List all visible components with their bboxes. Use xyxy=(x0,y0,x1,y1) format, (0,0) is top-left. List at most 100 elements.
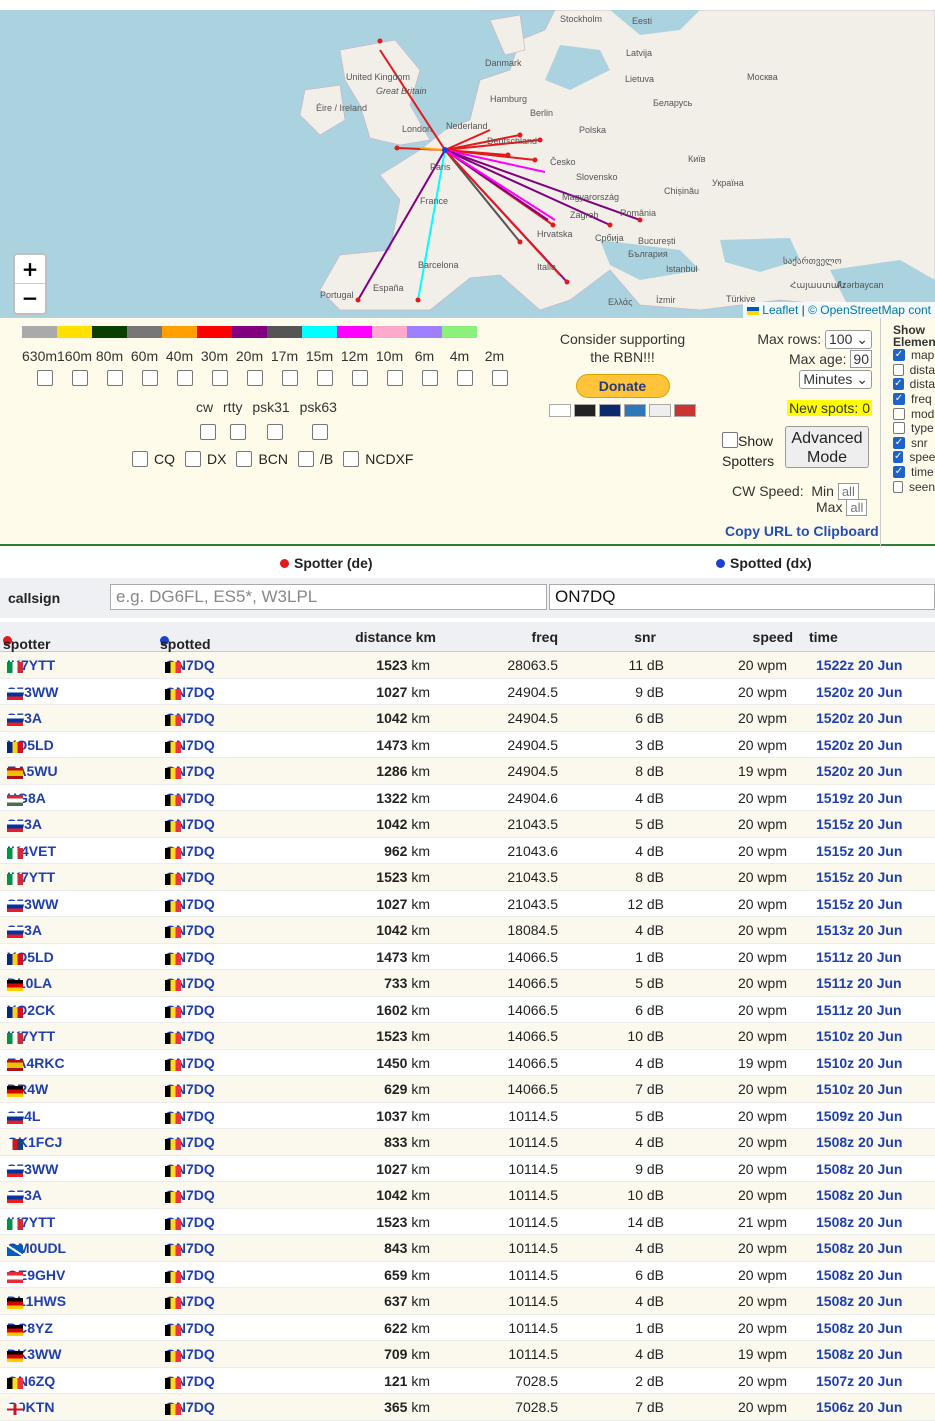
band-checkbox-2m[interactable] xyxy=(492,370,508,386)
col-spotter[interactable]: spotter xyxy=(3,636,50,652)
spotted-callsign[interactable]: ON7DQ xyxy=(165,1161,215,1177)
spotter-callsign[interactable]: OK1FCJ xyxy=(7,1134,62,1150)
time-link[interactable]: 1508z 20 Jun xyxy=(816,1320,902,1336)
filter-checkbox-ncdxf[interactable] xyxy=(343,451,360,467)
spotted-callsign[interactable]: ON7DQ xyxy=(165,1028,215,1044)
spotter-callsign[interactable]: YO5LD xyxy=(7,737,54,753)
time-link[interactable]: 1508z 20 Jun xyxy=(816,1187,902,1203)
copy-url-link[interactable]: Copy URL to Clipboard xyxy=(725,523,879,539)
spotted-callsign[interactable]: ON7DQ xyxy=(165,1187,215,1203)
spotted-callsign[interactable]: ON7DQ xyxy=(165,657,215,673)
spotter-callsign[interactable]: S53WW xyxy=(7,1161,58,1177)
spotted-callsign[interactable]: ON7DQ xyxy=(165,1346,215,1362)
show-element-checkbox[interactable]: ✓ xyxy=(893,451,904,464)
spotted-callsign[interactable]: ON7DQ xyxy=(165,1108,215,1124)
time-link[interactable]: 1506z 20 Jun xyxy=(816,1399,902,1415)
spotted-callsign[interactable]: ON7DQ xyxy=(165,763,215,779)
spotted-callsign[interactable]: ON7DQ xyxy=(165,1240,215,1256)
spotter-callsign[interactable]: IK7YTT xyxy=(7,657,55,673)
donate-button[interactable]: Donate xyxy=(575,374,670,398)
spotter-callsign[interactable]: S53A xyxy=(7,922,42,938)
spotted-callsign[interactable]: ON7DQ xyxy=(165,949,215,965)
show-element-checkbox[interactable]: ✓ xyxy=(893,378,904,391)
band-checkbox-630m[interactable] xyxy=(37,370,53,386)
osm-link[interactable]: © OpenStreetMap cont xyxy=(808,303,931,317)
time-link[interactable]: 1508z 20 Jun xyxy=(816,1214,902,1230)
time-link[interactable]: 1519z 20 Jun xyxy=(816,790,902,806)
spotted-callsign-input[interactable]: ON7DQ xyxy=(549,584,935,610)
time-link[interactable]: 1515z 20 Jun xyxy=(816,896,902,912)
advanced-mode-button[interactable]: Advanced Mode xyxy=(785,426,869,468)
show-element-checkbox[interactable]: ✓ xyxy=(893,393,905,406)
time-link[interactable]: 1508z 20 Jun xyxy=(816,1161,902,1177)
spotted-callsign[interactable]: ON7DQ xyxy=(165,710,215,726)
band-checkbox-12m[interactable] xyxy=(352,370,368,386)
filter-checkbox-cq[interactable] xyxy=(132,451,148,467)
filter-checkbox-bcn[interactable] xyxy=(236,451,253,467)
leaflet-link[interactable]: Leaflet xyxy=(762,303,798,317)
filter-checkbox-b[interactable] xyxy=(298,451,315,467)
spotter-callsign[interactable]: DC8YZ xyxy=(7,1320,53,1336)
spotter-callsign[interactable]: S53WW xyxy=(7,684,58,700)
spotted-callsign[interactable]: ON7DQ xyxy=(165,1373,215,1389)
spotter-callsign-input[interactable]: e.g. DG6FL, ES5*, W3LPL xyxy=(110,584,547,610)
time-link[interactable]: 1515z 20 Jun xyxy=(816,816,902,832)
time-link[interactable]: 1522z 20 Jun xyxy=(816,657,902,673)
spot-map[interactable]: Stockholm Eesti Latvija Danmark Lietuva … xyxy=(0,10,935,318)
band-checkbox-160m[interactable] xyxy=(72,370,88,386)
spotted-callsign[interactable]: ON7DQ xyxy=(165,975,215,991)
band-checkbox-20m[interactable] xyxy=(247,370,263,386)
spotter-callsign[interactable]: S54L xyxy=(7,1108,40,1124)
col-snr[interactable]: snr xyxy=(634,629,656,645)
spotted-callsign[interactable]: ON7DQ xyxy=(165,896,215,912)
time-link[interactable]: 1507z 20 Jun xyxy=(816,1373,902,1389)
spotter-callsign[interactable]: S53WW xyxy=(7,896,58,912)
time-link[interactable]: 1510z 20 Jun xyxy=(816,1081,902,1097)
band-checkbox-15m[interactable] xyxy=(317,370,333,386)
spotter-callsign[interactable]: YO5LD xyxy=(7,949,54,965)
spotter-callsign[interactable]: ON6ZQ xyxy=(7,1373,55,1389)
time-link[interactable]: 1520z 20 Jun xyxy=(816,737,902,753)
spotter-callsign[interactable]: YO2CK xyxy=(7,1002,55,1018)
show-element-checkbox[interactable] xyxy=(893,480,903,493)
spotted-callsign[interactable]: ON7DQ xyxy=(165,1081,215,1097)
time-link[interactable]: 1520z 20 Jun xyxy=(816,684,902,700)
filter-checkbox-dx[interactable] xyxy=(185,451,201,467)
spotted-callsign[interactable]: ON7DQ xyxy=(165,869,215,885)
spotted-callsign[interactable]: ON7DQ xyxy=(165,1002,215,1018)
col-distance[interactable]: distance km xyxy=(355,629,436,645)
mode-checkbox-rtty[interactable] xyxy=(230,424,246,440)
time-link[interactable]: 1520z 20 Jun xyxy=(816,763,902,779)
spotter-callsign[interactable]: DL0LA xyxy=(7,975,52,991)
time-link[interactable]: 1510z 20 Jun xyxy=(816,1028,902,1044)
max-rows-select[interactable]: 100 ⌄ xyxy=(825,330,872,349)
spotted-callsign[interactable]: ON7DQ xyxy=(165,1214,215,1230)
zoom-in-button[interactable]: + xyxy=(15,255,45,284)
show-element-checkbox[interactable]: ✓ xyxy=(893,349,905,362)
spotter-callsign[interactable]: EA4RKC xyxy=(7,1055,65,1071)
spotter-callsign[interactable]: S53A xyxy=(7,710,42,726)
spotted-callsign[interactable]: ON7DQ xyxy=(165,922,215,938)
max-age-input[interactable]: 90 xyxy=(850,350,872,368)
spotter-callsign[interactable]: DK3WW xyxy=(7,1346,61,1362)
spotted-callsign[interactable]: ON7DQ xyxy=(165,1055,215,1071)
mode-checkbox-psk63[interactable] xyxy=(312,424,328,440)
spotted-callsign[interactable]: ON7DQ xyxy=(165,1293,215,1309)
time-link[interactable]: 1509z 20 Jun xyxy=(816,1108,902,1124)
show-element-checkbox[interactable] xyxy=(893,422,905,435)
show-element-checkbox[interactable] xyxy=(893,363,904,376)
time-link[interactable]: 1511z 20 Jun xyxy=(816,949,902,965)
col-freq[interactable]: freq xyxy=(532,629,558,645)
show-element-checkbox[interactable]: ✓ xyxy=(893,466,905,479)
spotter-callsign[interactable]: IK7YTT xyxy=(7,869,55,885)
spotter-callsign[interactable]: IK7YTT xyxy=(7,1028,55,1044)
spotted-callsign[interactable]: ON7DQ xyxy=(165,843,215,859)
time-link[interactable]: 1508z 20 Jun xyxy=(816,1293,902,1309)
time-link[interactable]: 1511z 20 Jun xyxy=(816,975,902,991)
time-link[interactable]: 1508z 20 Jun xyxy=(816,1346,902,1362)
spotter-callsign[interactable]: GM0UDL xyxy=(7,1240,66,1256)
time-link[interactable]: 1513z 20 Jun xyxy=(816,922,902,938)
spotted-callsign[interactable]: ON7DQ xyxy=(165,816,215,832)
col-speed[interactable]: speed xyxy=(753,629,793,645)
band-checkbox-6m[interactable] xyxy=(422,370,438,386)
